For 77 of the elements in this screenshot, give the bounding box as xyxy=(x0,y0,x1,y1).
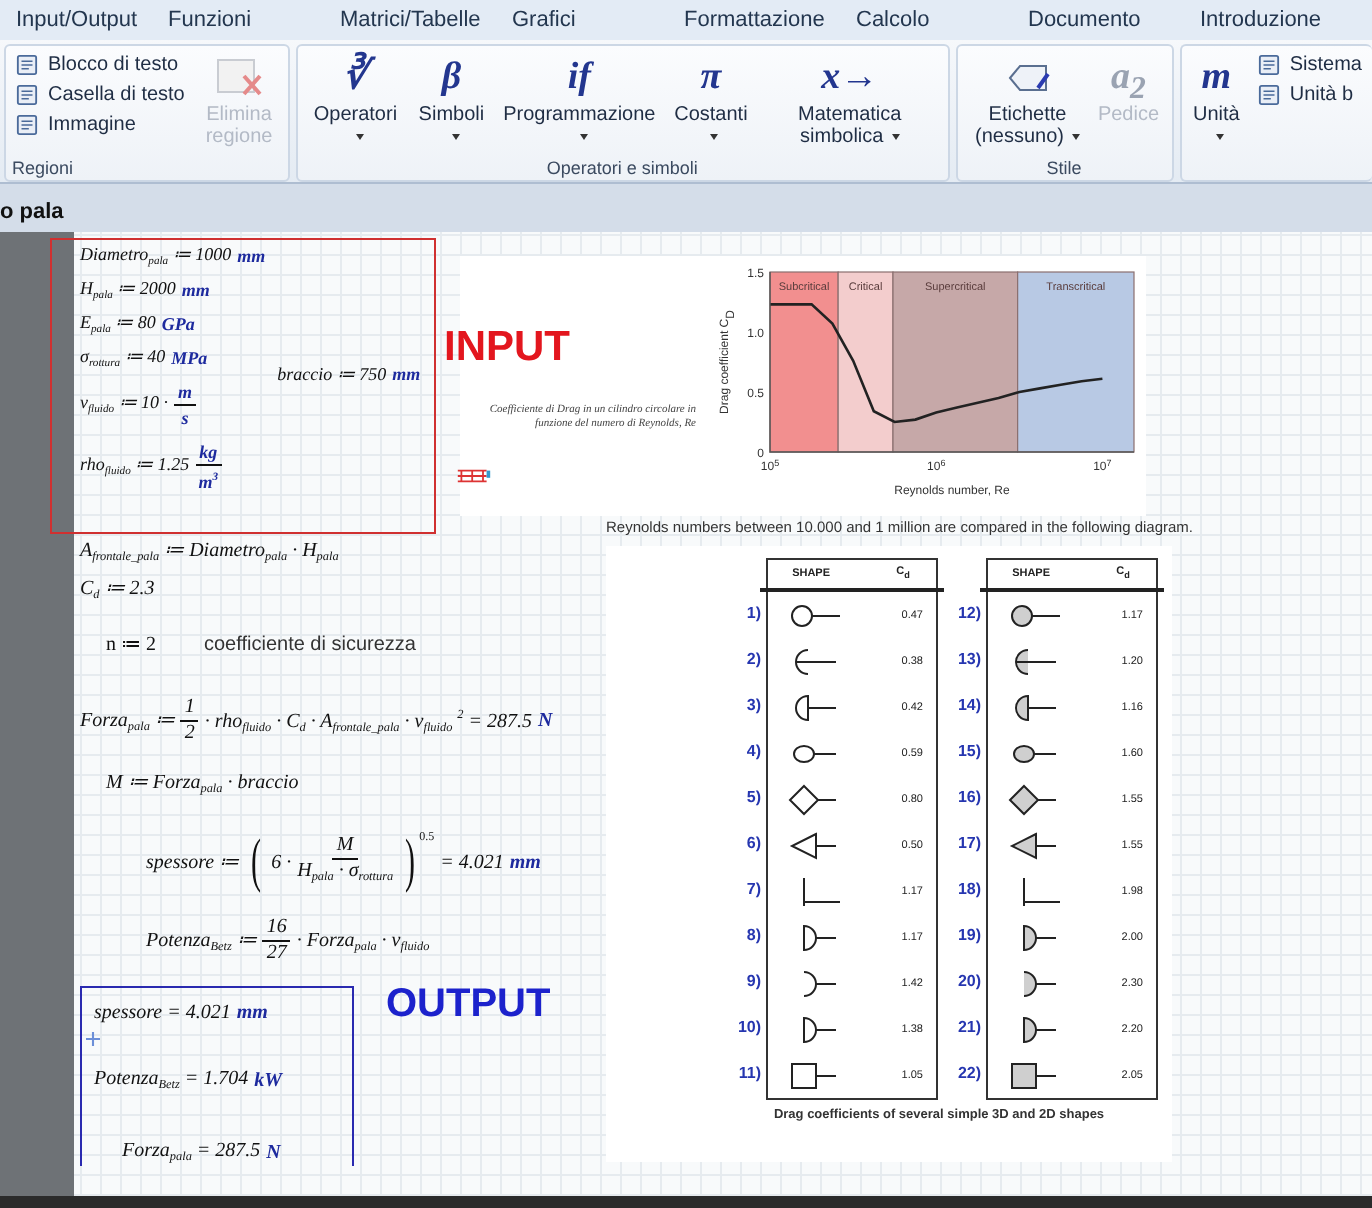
caret-icon xyxy=(1216,133,1225,140)
ribbon-button[interactable]: x→ Matematica simbolica xyxy=(758,52,942,148)
menu-tab[interactable]: Calcolo xyxy=(840,0,1012,40)
row-label: 2) xyxy=(746,648,761,672)
row-label: 8) xyxy=(746,924,761,948)
row-label: 17) xyxy=(957,832,981,856)
math-expression: braccio ≔ 750 mm xyxy=(277,364,421,384)
row-label: 20) xyxy=(957,970,981,994)
menu-tab[interactable]: Formattazione xyxy=(668,0,840,40)
row-label: 22) xyxy=(957,1062,981,1086)
document-icon xyxy=(16,84,38,106)
group-label: Regioni xyxy=(10,156,76,180)
output-title: OUTPUT xyxy=(386,982,551,1029)
menu-tab[interactable]: Grafici xyxy=(496,0,668,40)
row-label: 1) xyxy=(746,602,761,626)
menu-tab[interactable]: Introduzione xyxy=(1184,0,1356,40)
row-label: 11) xyxy=(738,1062,761,1086)
menu-tab[interactable]: Input/Output xyxy=(0,0,152,40)
ribbon-small-button[interactable]: Unità b xyxy=(1253,82,1366,108)
caret-icon xyxy=(579,133,588,140)
math-expression: H$_{pala}$ ≔ 2000 mm xyxy=(80,277,212,302)
delete-box-icon xyxy=(213,56,266,100)
input-title: INPUT xyxy=(444,324,570,372)
menu-tab[interactable]: Funzioni xyxy=(152,0,324,40)
caret-icon xyxy=(355,133,364,140)
ribbon-button[interactable]: π Costanti xyxy=(663,52,759,148)
caret-icon xyxy=(1071,133,1080,140)
row-label: 14) xyxy=(957,694,981,718)
group-label: Stile xyxy=(1044,156,1084,180)
row-label: 21) xyxy=(957,1016,981,1040)
math-expression: spessore = 4.021 mm xyxy=(94,1002,268,1025)
caret-icon xyxy=(710,133,719,140)
row-label: 4) xyxy=(746,740,761,764)
math-expression: Diametro$_{pala}$ ≔ 1000 mm xyxy=(80,244,266,268)
ribbon-small-button[interactable]: Sistema xyxy=(1253,52,1366,78)
menu-tab[interactable]: Documento xyxy=(1012,0,1184,40)
row-label: 16) xyxy=(957,786,981,810)
document-icon xyxy=(16,54,38,76)
crosshair-cursor-icon xyxy=(86,1032,100,1047)
caret-icon xyxy=(891,133,900,140)
row-label: 18) xyxy=(957,878,981,902)
row-label: 5) xyxy=(746,786,761,810)
comment-text: coefficiente di sicurezza xyxy=(204,633,416,656)
math-expression: n ≔ 2 xyxy=(106,632,156,657)
table-icon xyxy=(456,468,492,484)
math-expression: Potenza$_{Betz}$ = 1.704 kW xyxy=(94,1068,283,1094)
ribbon-small-button[interactable]: Immagine xyxy=(12,112,189,138)
math-expression: A$_{frontale_pala}$ ≔ Diametro$_{pala}$ · H$_{pala}$ xyxy=(80,538,339,565)
row-label: 6) xyxy=(746,832,761,856)
caret-icon xyxy=(451,133,460,140)
ribbon-button[interactable]: m Unità xyxy=(1187,52,1246,148)
ribbon-button[interactable]: β Simboli xyxy=(407,52,496,148)
ribbon-small-button[interactable]: Blocco di testo xyxy=(12,52,189,78)
row-label: 15) xyxy=(957,740,981,764)
document-icon xyxy=(16,114,38,136)
row-label: 10) xyxy=(737,1016,761,1040)
row-label: 13) xyxy=(957,648,981,672)
math-expression: C$_{d}$ ≔ 2.3 xyxy=(80,576,155,603)
document-icon xyxy=(1257,84,1280,106)
ribbon-button[interactable]: if Programmazione xyxy=(495,52,664,148)
math-expression: M ≔ Forza$_{pala}$ · braccio xyxy=(106,770,299,797)
row-label: 12) xyxy=(957,602,981,626)
document-tab[interactable]: o pala xyxy=(0,200,84,232)
ribbon-button[interactable]: ∛ Operatori xyxy=(303,52,408,148)
menu-tab[interactable]: Matrici/Tabelle xyxy=(324,0,496,40)
group-label: Operatori e simboli xyxy=(544,156,700,180)
math-expression: E$_{pala}$ ≔ 80 GPa xyxy=(80,311,197,336)
ribbon-button[interactable]: Etichette (nessuno) xyxy=(963,52,1092,148)
row-label: 19) xyxy=(957,924,981,948)
math-expression: Forza$_{pala}$ = 287.5 N xyxy=(122,1140,281,1166)
row-label: 7) xyxy=(746,878,761,902)
math-expression: σ$_{rottura}$ ≔ 40 MPa xyxy=(80,345,210,370)
row-label: 9) xyxy=(746,970,761,994)
row-label: 3) xyxy=(746,694,761,718)
document-icon xyxy=(1257,54,1280,76)
ribbon-small-button[interactable]: Casella di testo xyxy=(12,82,189,108)
math-expression: rho$_{fluido}$ ≔ 1.25 kg m$^{3}$ xyxy=(80,439,224,494)
